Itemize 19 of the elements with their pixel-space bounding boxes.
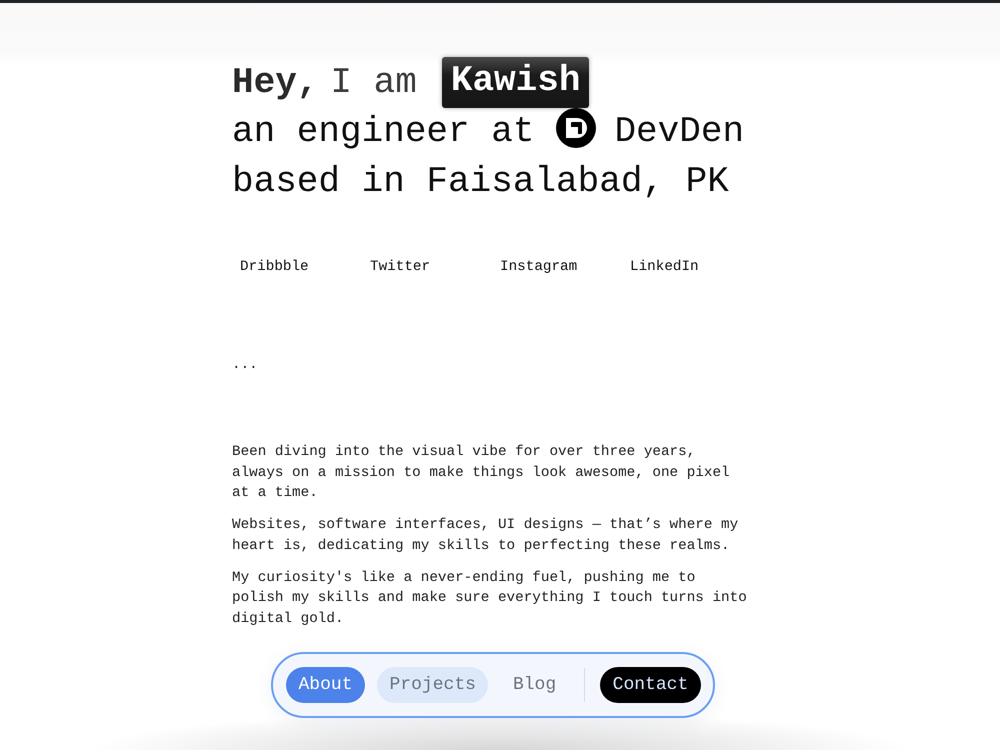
company-logo-icon [556, 108, 596, 148]
company-name: DevDen [614, 111, 744, 152]
nav-tab[interactable]: Blog [500, 667, 569, 703]
about-paragraph: Been diving into the visual vibe for over three years, always on a mission to make things look awesome, one pixel at a time. [232, 443, 731, 503]
social-link[interactable]: Dribbble [232, 255, 317, 279]
contact-button[interactable]: Contact [600, 667, 701, 703]
location-text: based in Faisalabad, PK [232, 161, 729, 202]
ellipsis-text: ... [232, 356, 258, 375]
social-link[interactable]: Twitter [362, 255, 438, 279]
about-paragraph: Websites, software interfaces, UI designs — that’s where my heart is, dedicating my skills to perfecting these realms. [232, 516, 740, 556]
nav-tab[interactable]: About [286, 667, 366, 703]
highlighted-name: Kawish [442, 57, 590, 108]
greeting-text: Hey, [232, 62, 318, 103]
intro-text: I am [330, 62, 417, 103]
social-link[interactable]: Instagram [492, 255, 586, 279]
social-link[interactable]: LinkedIn [622, 255, 707, 279]
role-text: an engineer at [232, 111, 534, 152]
about-paragraph: My curiosity's like a never-ending fuel, pushing me to polish my skills and make sure everything I touch turns into digital gold. [232, 568, 748, 628]
nav-tab[interactable]: Projects [377, 667, 488, 703]
